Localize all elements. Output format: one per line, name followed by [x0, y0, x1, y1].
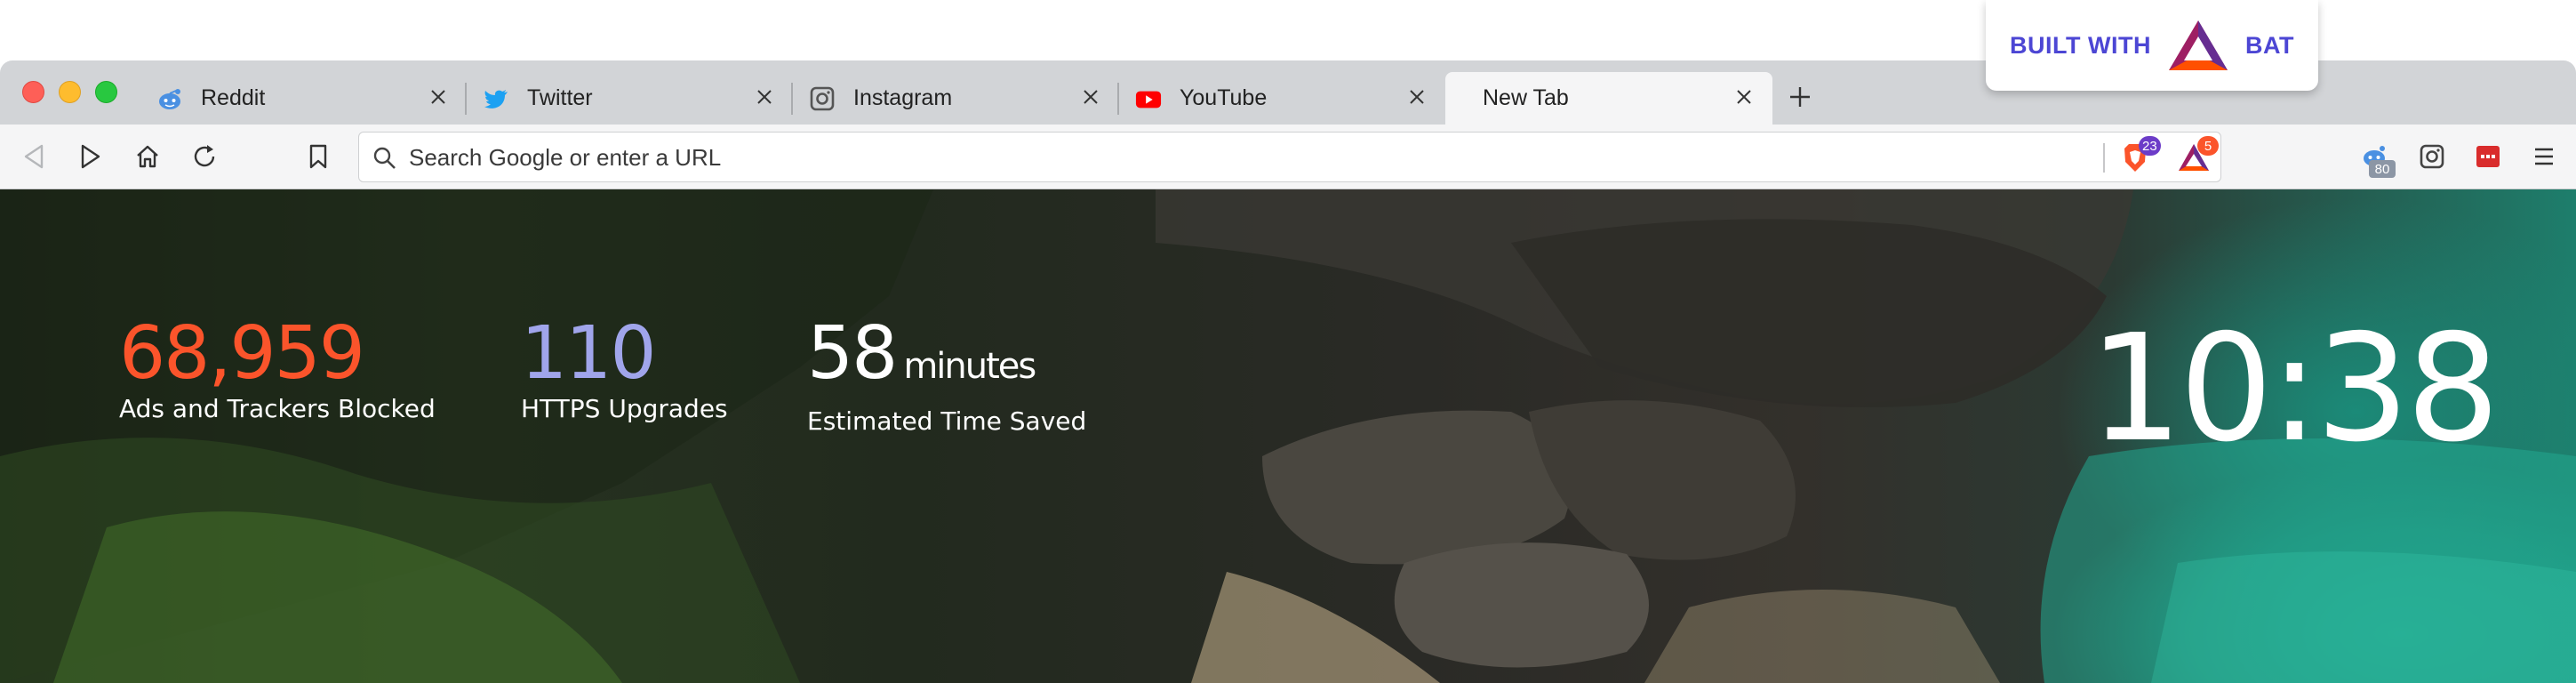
tab-new-tab[interactable]: New Tab — [1445, 72, 1772, 125]
close-tab-icon[interactable] — [1732, 84, 1756, 109]
instagram-icon — [809, 85, 836, 112]
badge-right-text: BAT — [2244, 31, 2294, 59]
ads-blocked-stat: 68,959 Ads and Trackers Blocked — [119, 311, 436, 424]
tab-label: Instagram — [853, 85, 953, 110]
ads-blocked-caption: Ads and Trackers Blocked — [119, 394, 436, 423]
instagram-extension-button[interactable] — [2412, 137, 2452, 176]
reddit-extension-button[interactable]: 80 — [2356, 137, 2396, 178]
tab-label: YouTube — [1180, 85, 1268, 110]
https-upgrades-stat: 110 HTTPS Upgrades — [521, 311, 728, 424]
close-tab-icon[interactable] — [1404, 84, 1429, 109]
ads-blocked-value: 68,959 — [119, 311, 365, 396]
new-tab-plus-icon[interactable] — [1785, 82, 1815, 112]
menu-icon[interactable] — [2524, 137, 2564, 176]
tab-label: Reddit — [201, 85, 266, 110]
tab-reddit[interactable]: Reddit — [140, 72, 467, 125]
clock: 10:38 — [2089, 303, 2500, 475]
back-arrow-icon[interactable] — [16, 139, 52, 174]
reload-icon[interactable] — [187, 139, 222, 174]
window-close-button[interactable] — [22, 81, 44, 103]
bookmark-icon[interactable] — [300, 139, 336, 174]
address-bar-divider — [2103, 143, 2105, 173]
time-saved-row: 58 minutes — [807, 314, 1086, 406]
https-upgrades-caption: HTTPS Upgrades — [521, 394, 728, 423]
tab-label: Twitter — [527, 85, 593, 110]
tab-label: New Tab — [1483, 85, 1569, 110]
red-extension-button[interactable] — [2468, 137, 2508, 176]
new-tab-page: 68,959 Ads and Trackers Blocked 110 HTTP… — [0, 189, 2576, 683]
browser-window: BUILT WITH BAT Reddit Twitter Instagram … — [0, 0, 2576, 683]
built-with-bat-badge: BUILT WITH BAT — [1986, 0, 2318, 91]
time-saved-value: 58 — [807, 311, 898, 396]
close-tab-icon[interactable] — [426, 84, 451, 109]
time-saved-unit: minutes — [903, 346, 1036, 387]
time-saved-stat: 58 minutes Estimated Time Saved — [807, 314, 1087, 437]
address-bar[interactable]: 23 5 — [358, 132, 2221, 182]
url-input[interactable] — [409, 141, 1991, 173]
tab-youtube[interactable]: YouTube — [1119, 72, 1445, 125]
time-saved-caption: Estimated Time Saved — [807, 406, 1087, 436]
forward-arrow-icon[interactable] — [73, 139, 108, 174]
reddit-extension-count: 80 — [2369, 160, 2396, 178]
brave-rewards-button[interactable]: 5 — [2176, 136, 2219, 175]
window-zoom-button[interactable] — [95, 81, 117, 103]
tab-instagram[interactable]: Instagram — [793, 72, 1119, 125]
https-upgrades-value: 110 — [521, 311, 657, 396]
extension-icon — [2476, 146, 2500, 167]
tab-twitter[interactable]: Twitter — [467, 72, 793, 125]
bat-logo-icon — [2168, 20, 2228, 70]
search-icon — [373, 147, 396, 169]
instagram-icon — [2420, 144, 2444, 169]
shields-count-badge: 23 — [2139, 136, 2161, 156]
twitter-icon — [483, 85, 509, 112]
youtube-icon — [1135, 85, 1162, 112]
brave-shields-button[interactable]: 23 — [2117, 136, 2161, 175]
navigation-toolbar: 23 5 80 — [0, 125, 2576, 189]
close-tab-icon[interactable] — [1078, 84, 1103, 109]
badge-left-text: BUILT WITH — [2010, 31, 2151, 59]
reddit-icon — [156, 85, 183, 112]
close-tab-icon[interactable] — [752, 84, 777, 109]
window-minimize-button[interactable] — [59, 81, 81, 103]
rewards-count-badge: 5 — [2197, 136, 2219, 156]
home-icon[interactable] — [130, 139, 165, 174]
